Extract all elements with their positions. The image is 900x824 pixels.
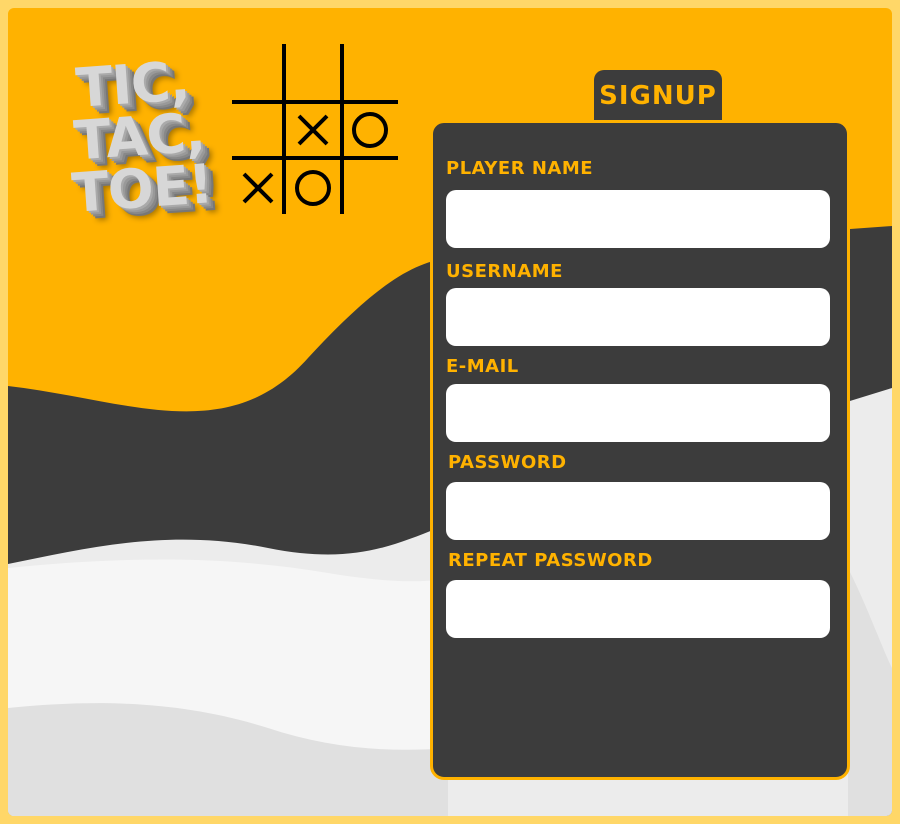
x-mark-icon: [242, 172, 274, 204]
username-label: USERNAME: [446, 261, 563, 282]
player-name-label: PLAYER NAME: [446, 158, 594, 179]
o-mark-icon: [352, 112, 388, 148]
o-mark-icon: [295, 170, 331, 206]
password-input[interactable]: [446, 482, 830, 540]
email-input[interactable]: [446, 384, 830, 442]
repeat-password-input[interactable]: [446, 580, 830, 638]
signup-tab: SIGNUP: [594, 70, 722, 126]
tic-tac-toe-logo: TIC, TAC, TOE!: [46, 44, 236, 234]
page-frame: TIC, TAC, TOE! SIGNUP PLAYER NAME USERNA…: [4, 4, 896, 820]
logo-line-toe: TOE!: [69, 152, 215, 225]
email-label: E-MAIL: [446, 356, 519, 377]
tic-tac-toe-board: [232, 44, 398, 214]
username-input[interactable]: [446, 288, 830, 346]
password-label: PASSWORD: [448, 452, 567, 473]
x-mark-icon: [297, 114, 329, 146]
repeat-password-label: REPEAT PASSWORD: [448, 550, 653, 571]
player-name-input[interactable]: [446, 190, 830, 248]
